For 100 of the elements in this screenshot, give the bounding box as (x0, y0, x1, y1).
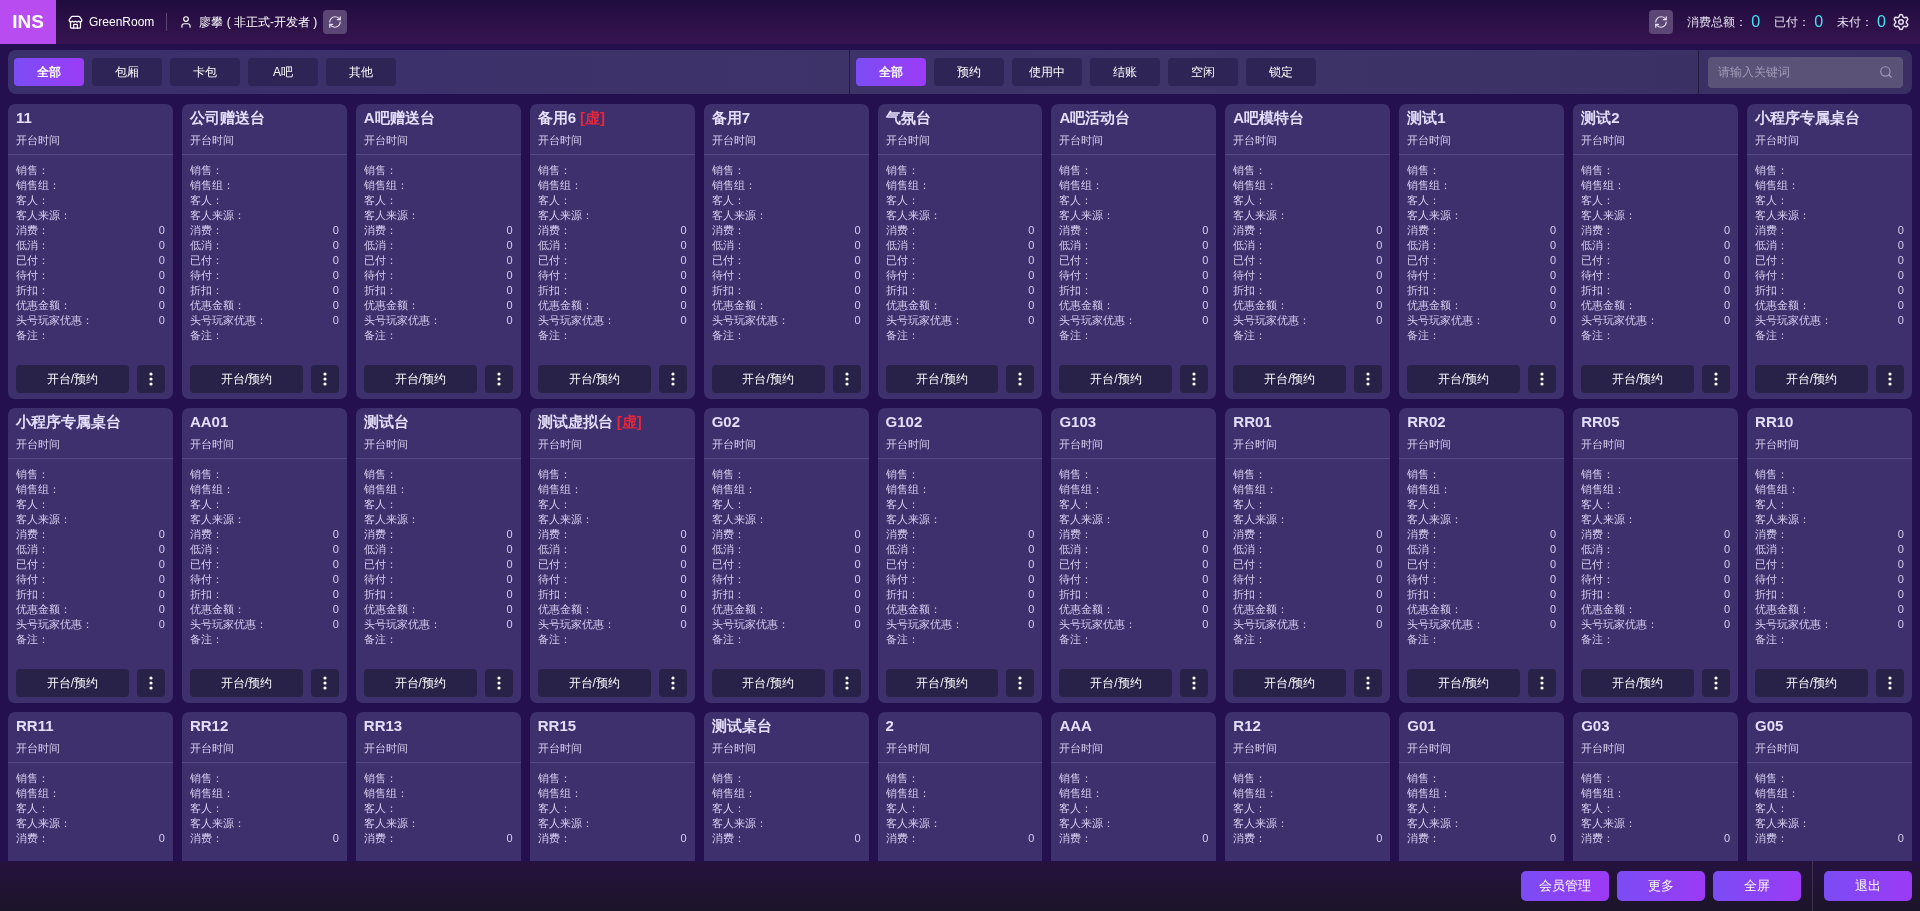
open-reserve-button[interactable]: 开台/预约 (363, 365, 477, 393)
table-card[interactable]: 11 开台时间 销售： 销售组： 客人： 客人来源： 消费： 0 低消： 0 已付： 0 待付： 0 折扣： 0 优惠金额： 0 头号玩家优惠： 0 备注： 开台/预约 (8, 104, 173, 399)
table-card[interactable]: 测试2 开台时间 销售： 销售组： 客人： 客人来源： 消费： 0 低消： 0 已付： 0 待付： 0 折扣： 0 优惠金额： 0 头号玩家优惠： 0 备注： 开台/预约 (1573, 104, 1739, 399)
table-card[interactable]: RR13 开台时间 销售： 销售组： 客人： 客人来源： 消费： 0 (355, 712, 521, 861)
table-card[interactable]: 测试台 开台时间 销售： 销售组： 客人： 客人来源： 消费： 0 低消： 0 已付： 0 待付： 0 折扣： 0 优惠金额： 0 头号玩家优惠： 0 备注： 开台/预约 (355, 408, 521, 703)
more-button[interactable] (1354, 669, 1383, 697)
table-card[interactable]: 测试虚拟台 [虚] 开台时间 销售： 销售组： 客人： 客人来源： 消费： 0 低消： 0 已付： 0 待付： 0 折扣： 0 优惠金额： 0 头号玩家优惠： 0 备注： 开台/预约 (529, 408, 695, 703)
open-reserve-button[interactable]: 开台/预约 (189, 365, 303, 393)
more-button[interactable] (1180, 669, 1209, 697)
more-button[interactable] (1876, 365, 1904, 393)
table-card[interactable]: 备用6 [虚] 开台时间 销售： 销售组： 客人： 客人来源： 消费： 0 低消： 0 已付： 0 待付： 0 折扣： 0 优惠金额： 0 头号玩家优惠： 0 备注： 开台/预约 (529, 104, 695, 399)
more-button[interactable] (1528, 669, 1557, 697)
open-reserve-button[interactable]: 开台/预约 (1407, 365, 1521, 393)
footer-button[interactable]: 会员管理 (1521, 871, 1609, 901)
table-card[interactable]: RR10 开台时间 销售： 销售组： 客人： 客人来源： 消费： 0 低消： 0 已付： 0 待付： 0 折扣： 0 优惠金额： 0 头号玩家优惠： 0 备注： 开台/预约 (1747, 408, 1912, 703)
area-tab[interactable]: 卡包 (170, 58, 240, 86)
status-tab[interactable]: 预约 (933, 58, 1004, 86)
more-button[interactable] (136, 365, 165, 393)
open-reserve-button[interactable]: 开台/预约 (16, 365, 129, 393)
open-reserve-button[interactable]: 开台/预约 (711, 365, 825, 393)
footer-button[interactable]: 更多 (1617, 871, 1705, 901)
open-reserve-button[interactable]: 开台/预约 (1059, 669, 1173, 697)
more-button[interactable] (484, 365, 513, 393)
open-reserve-button[interactable]: 开台/预约 (1059, 365, 1173, 393)
table-card[interactable]: RR01 开台时间 销售： 销售组： 客人： 客人来源： 消费： 0 低消： 0 已付： 0 待付： 0 折扣： 0 优惠金额： 0 头号玩家优惠： 0 备注： 开台/预约 (1225, 408, 1391, 703)
table-card[interactable]: 2 开台时间 销售： 销售组： 客人： 客人来源： 消费： 0 (877, 712, 1043, 861)
more-button[interactable] (484, 669, 513, 697)
more-button[interactable] (658, 365, 687, 393)
table-card[interactable]: G05 开台时间 销售： 销售组： 客人： 客人来源： 消费： 0 (1747, 712, 1912, 861)
more-button[interactable] (1180, 365, 1209, 393)
more-button[interactable] (1006, 365, 1035, 393)
table-card[interactable]: RR11 开台时间 销售： 销售组： 客人： 客人来源： 消费： 0 (8, 712, 173, 861)
field-label: 客人： (1059, 801, 1093, 816)
open-reserve-button[interactable]: 开台/预约 (1233, 669, 1347, 697)
open-reserve-button[interactable]: 开台/预约 (537, 669, 651, 697)
more-button[interactable] (310, 669, 339, 697)
exit-button[interactable]: 退出 (1824, 871, 1912, 901)
table-card[interactable]: RR15 开台时间 销售： 销售组： 客人： 客人来源： 消费： 0 (529, 712, 695, 861)
table-card[interactable]: 测试桌台 开台时间 销售： 销售组： 客人： 客人来源： 消费： 0 (703, 712, 869, 861)
status-tab[interactable]: 使用中 (1011, 58, 1082, 86)
open-reserve-button[interactable]: 开台/预约 (1233, 365, 1347, 393)
status-tab[interactable]: 结账 (1089, 58, 1160, 86)
area-tab[interactable]: 全部 (14, 58, 84, 86)
table-card[interactable]: G103 开台时间 销售： 销售组： 客人： 客人来源： 消费： 0 低消： 0 已付： 0 待付： 0 折扣： 0 优惠金额： 0 头号玩家优惠： 0 备注： 开台/预约 (1051, 408, 1217, 703)
table-card[interactable]: 公司赠送台 开台时间 销售： 销售组： 客人： 客人来源： 消费： 0 低消： 0 已付： 0 待付： 0 折扣： 0 优惠金额： 0 头号玩家优惠： 0 备注： 开台/预约 (181, 104, 347, 399)
table-card[interactable]: 小程序专属桌台 开台时间 销售： 销售组： 客人： 客人来源： 消费： 0 低消： 0 已付： 0 待付： 0 折扣： 0 优惠金额： 0 头号玩家优惠： 0 备注： 开台/预约 (1747, 104, 1912, 399)
field-value: 0 (1897, 557, 1904, 572)
open-reserve-button[interactable]: 开台/预约 (885, 365, 999, 393)
more-button[interactable] (136, 669, 165, 697)
table-card[interactable]: RR02 开台时间 销售： 销售组： 客人： 客人来源： 消费： 0 低消： 0 已付： 0 待付： 0 折扣： 0 优惠金额： 0 头号玩家优惠： 0 备注： 开台/预约 (1399, 408, 1565, 703)
table-card[interactable]: AAA 开台时间 销售： 销售组： 客人： 客人来源： 消费： 0 (1051, 712, 1217, 861)
more-button[interactable] (1702, 365, 1731, 393)
more-button[interactable] (310, 365, 339, 393)
table-card[interactable]: R12 开台时间 销售： 销售组： 客人： 客人来源： 消费： 0 (1225, 712, 1391, 861)
more-button[interactable] (658, 669, 687, 697)
table-card[interactable]: G102 开台时间 销售： 销售组： 客人： 客人来源： 消费： 0 低消： 0 已付： 0 待付： 0 折扣： 0 优惠金额： 0 头号玩家优惠： 0 备注： 开台/预约 (877, 408, 1043, 703)
area-tab[interactable]: A吧 (248, 58, 318, 86)
open-reserve-button[interactable]: 开台/预约 (885, 669, 999, 697)
more-button[interactable] (832, 365, 861, 393)
more-button[interactable] (1006, 669, 1035, 697)
open-reserve-button[interactable]: 开台/预约 (363, 669, 477, 697)
table-card[interactable]: G03 开台时间 销售： 销售组： 客人： 客人来源： 消费： 0 (1573, 712, 1739, 861)
status-tab[interactable]: 锁定 (1245, 58, 1316, 86)
settings-icon[interactable] (1892, 13, 1910, 31)
open-reserve-button[interactable]: 开台/预约 (189, 669, 303, 697)
area-tab[interactable]: 包厢 (92, 58, 162, 86)
more-button[interactable] (832, 669, 861, 697)
table-card[interactable]: RR05 开台时间 销售： 销售组： 客人： 客人来源： 消费： 0 低消： 0 已付： 0 待付： 0 折扣： 0 优惠金额： 0 头号玩家优惠： 0 备注： 开台/预约 (1573, 408, 1739, 703)
status-tab[interactable]: 空闲 (1167, 58, 1238, 86)
table-card[interactable]: 气氛台 开台时间 销售： 销售组： 客人： 客人来源： 消费： 0 低消： 0 已付： 0 待付： 0 折扣： 0 优惠金额： 0 头号玩家优惠： 0 备注： 开台/预约 (877, 104, 1043, 399)
open-reserve-button[interactable]: 开台/预约 (1581, 365, 1695, 393)
table-card[interactable]: G02 开台时间 销售： 销售组： 客人： 客人来源： 消费： 0 低消： 0 已付： 0 待付： 0 折扣： 0 优惠金额： 0 头号玩家优惠： 0 备注： 开台/预约 (703, 408, 869, 703)
open-reserve-button[interactable]: 开台/预约 (1755, 365, 1868, 393)
more-button[interactable] (1876, 669, 1904, 697)
table-card[interactable]: A吧活动台 开台时间 销售： 销售组： 客人： 客人来源： 消费： 0 低消： 0 已付： 0 待付： 0 折扣： 0 优惠金额： 0 头号玩家优惠： 0 备注： 开台/预约 (1051, 104, 1217, 399)
table-name: RR13 (363, 717, 404, 736)
table-card[interactable]: G01 开台时间 销售： 销售组： 客人： 客人来源： 消费： 0 (1399, 712, 1565, 861)
table-card[interactable]: RR12 开台时间 销售： 销售组： 客人： 客人来源： 消费： 0 (181, 712, 347, 861)
search-field[interactable]: 请输入关键词 (1708, 56, 1903, 88)
open-reserve-button[interactable]: 开台/预约 (1755, 669, 1868, 697)
refresh-button[interactable] (1649, 10, 1674, 34)
table-card[interactable]: 备用7 开台时间 销售： 销售组： 客人： 客人来源： 消费： 0 低消： 0 已付： 0 待付： 0 折扣： 0 优惠金额： 0 头号玩家优惠： 0 备注： 开台/预约 (703, 104, 869, 399)
more-button[interactable] (1528, 365, 1557, 393)
more-button[interactable] (1702, 669, 1731, 697)
open-reserve-button[interactable]: 开台/预约 (1581, 669, 1695, 697)
table-card[interactable]: AA01 开台时间 销售： 销售组： 客人： 客人来源： 消费： 0 低消： 0 已付： 0 待付： 0 折扣： 0 优惠金额： 0 头号玩家优惠： 0 备注： 开台/预约 (181, 408, 347, 703)
more-button[interactable] (1354, 365, 1383, 393)
table-card[interactable]: 小程序专属桌台 开台时间 销售： 销售组： 客人： 客人来源： 消费： 0 低消： 0 已付： 0 待付： 0 折扣： 0 优惠金额： 0 头号玩家优惠： 0 备注： 开台/预约 (8, 408, 173, 703)
open-reserve-button[interactable]: 开台/预约 (1407, 669, 1521, 697)
table-card[interactable]: A吧赠送台 开台时间 销售： 销售组： 客人： 客人来源： 消费： 0 低消： 0 已付： 0 待付： 0 折扣： 0 优惠金额： 0 头号玩家优惠： 0 备注： 开台/预约 (355, 104, 521, 399)
open-reserve-button[interactable]: 开台/预约 (16, 669, 129, 697)
open-reserve-button[interactable]: 开台/预约 (537, 365, 651, 393)
refresh-button[interactable] (323, 10, 348, 34)
status-tab[interactable]: 全部 (855, 58, 926, 86)
open-reserve-button[interactable]: 开台/预约 (711, 669, 825, 697)
area-tab[interactable]: 其他 (326, 58, 396, 86)
table-card[interactable]: 测试1 开台时间 销售： 销售组： 客人： 客人来源： 消费： 0 低消： 0 已付： 0 待付： 0 折扣： 0 优惠金额： 0 头号玩家优惠： 0 备注： 开台/预约 (1399, 104, 1565, 399)
open-time-label: 开台时间 (1755, 437, 1801, 452)
footer-button[interactable]: 全屏 (1713, 871, 1801, 901)
table-card[interactable]: A吧模特台 开台时间 销售： 销售组： 客人： 客人来源： 消费： 0 低消： 0 已付： 0 待付： 0 折扣： 0 优惠金额： 0 头号玩家优惠： 0 备注： 开台/预约 (1225, 104, 1391, 399)
